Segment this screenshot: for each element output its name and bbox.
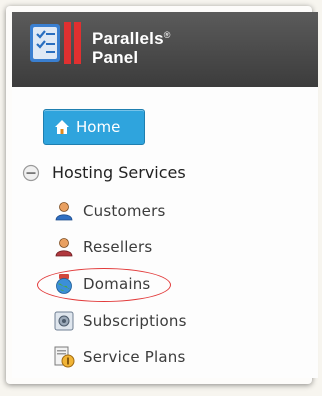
- collapse-icon[interactable]: [22, 164, 40, 182]
- nav-item-service-plans[interactable]: Service Plans: [53, 346, 186, 368]
- brand-title: Parallels® Panel: [92, 26, 171, 67]
- nav-item-subscriptions[interactable]: Subscriptions: [53, 310, 187, 332]
- nav-item-label: Customers: [83, 202, 166, 220]
- subscription-icon: [54, 311, 74, 331]
- globe-icon: [56, 274, 72, 294]
- section-label: Hosting Services: [52, 163, 186, 182]
- reseller-icon: [55, 238, 73, 257]
- brand-line2: Panel: [92, 48, 139, 67]
- customer-icon: [55, 202, 73, 221]
- service-plan-icon: [54, 346, 75, 368]
- nav-item-label: Domains: [83, 275, 151, 293]
- registered-mark: ®: [163, 30, 171, 40]
- nav-item-resellers[interactable]: Resellers: [53, 236, 152, 258]
- home-icon: [55, 120, 69, 134]
- nav-item-label: Service Plans: [83, 348, 186, 366]
- nav-item-domains[interactable]: Domains: [53, 273, 150, 295]
- parallels-logo-icon: [30, 22, 81, 64]
- home-button[interactable]: Home: [43, 109, 145, 145]
- brand-line1: Parallels: [92, 29, 164, 48]
- nav-item-label: Subscriptions: [83, 312, 187, 330]
- nav-item-label: Resellers: [83, 238, 153, 256]
- home-label: Home: [76, 118, 121, 136]
- nav-item-customers[interactable]: Customers: [53, 200, 165, 222]
- section-hosting-services[interactable]: Hosting Services: [22, 163, 186, 182]
